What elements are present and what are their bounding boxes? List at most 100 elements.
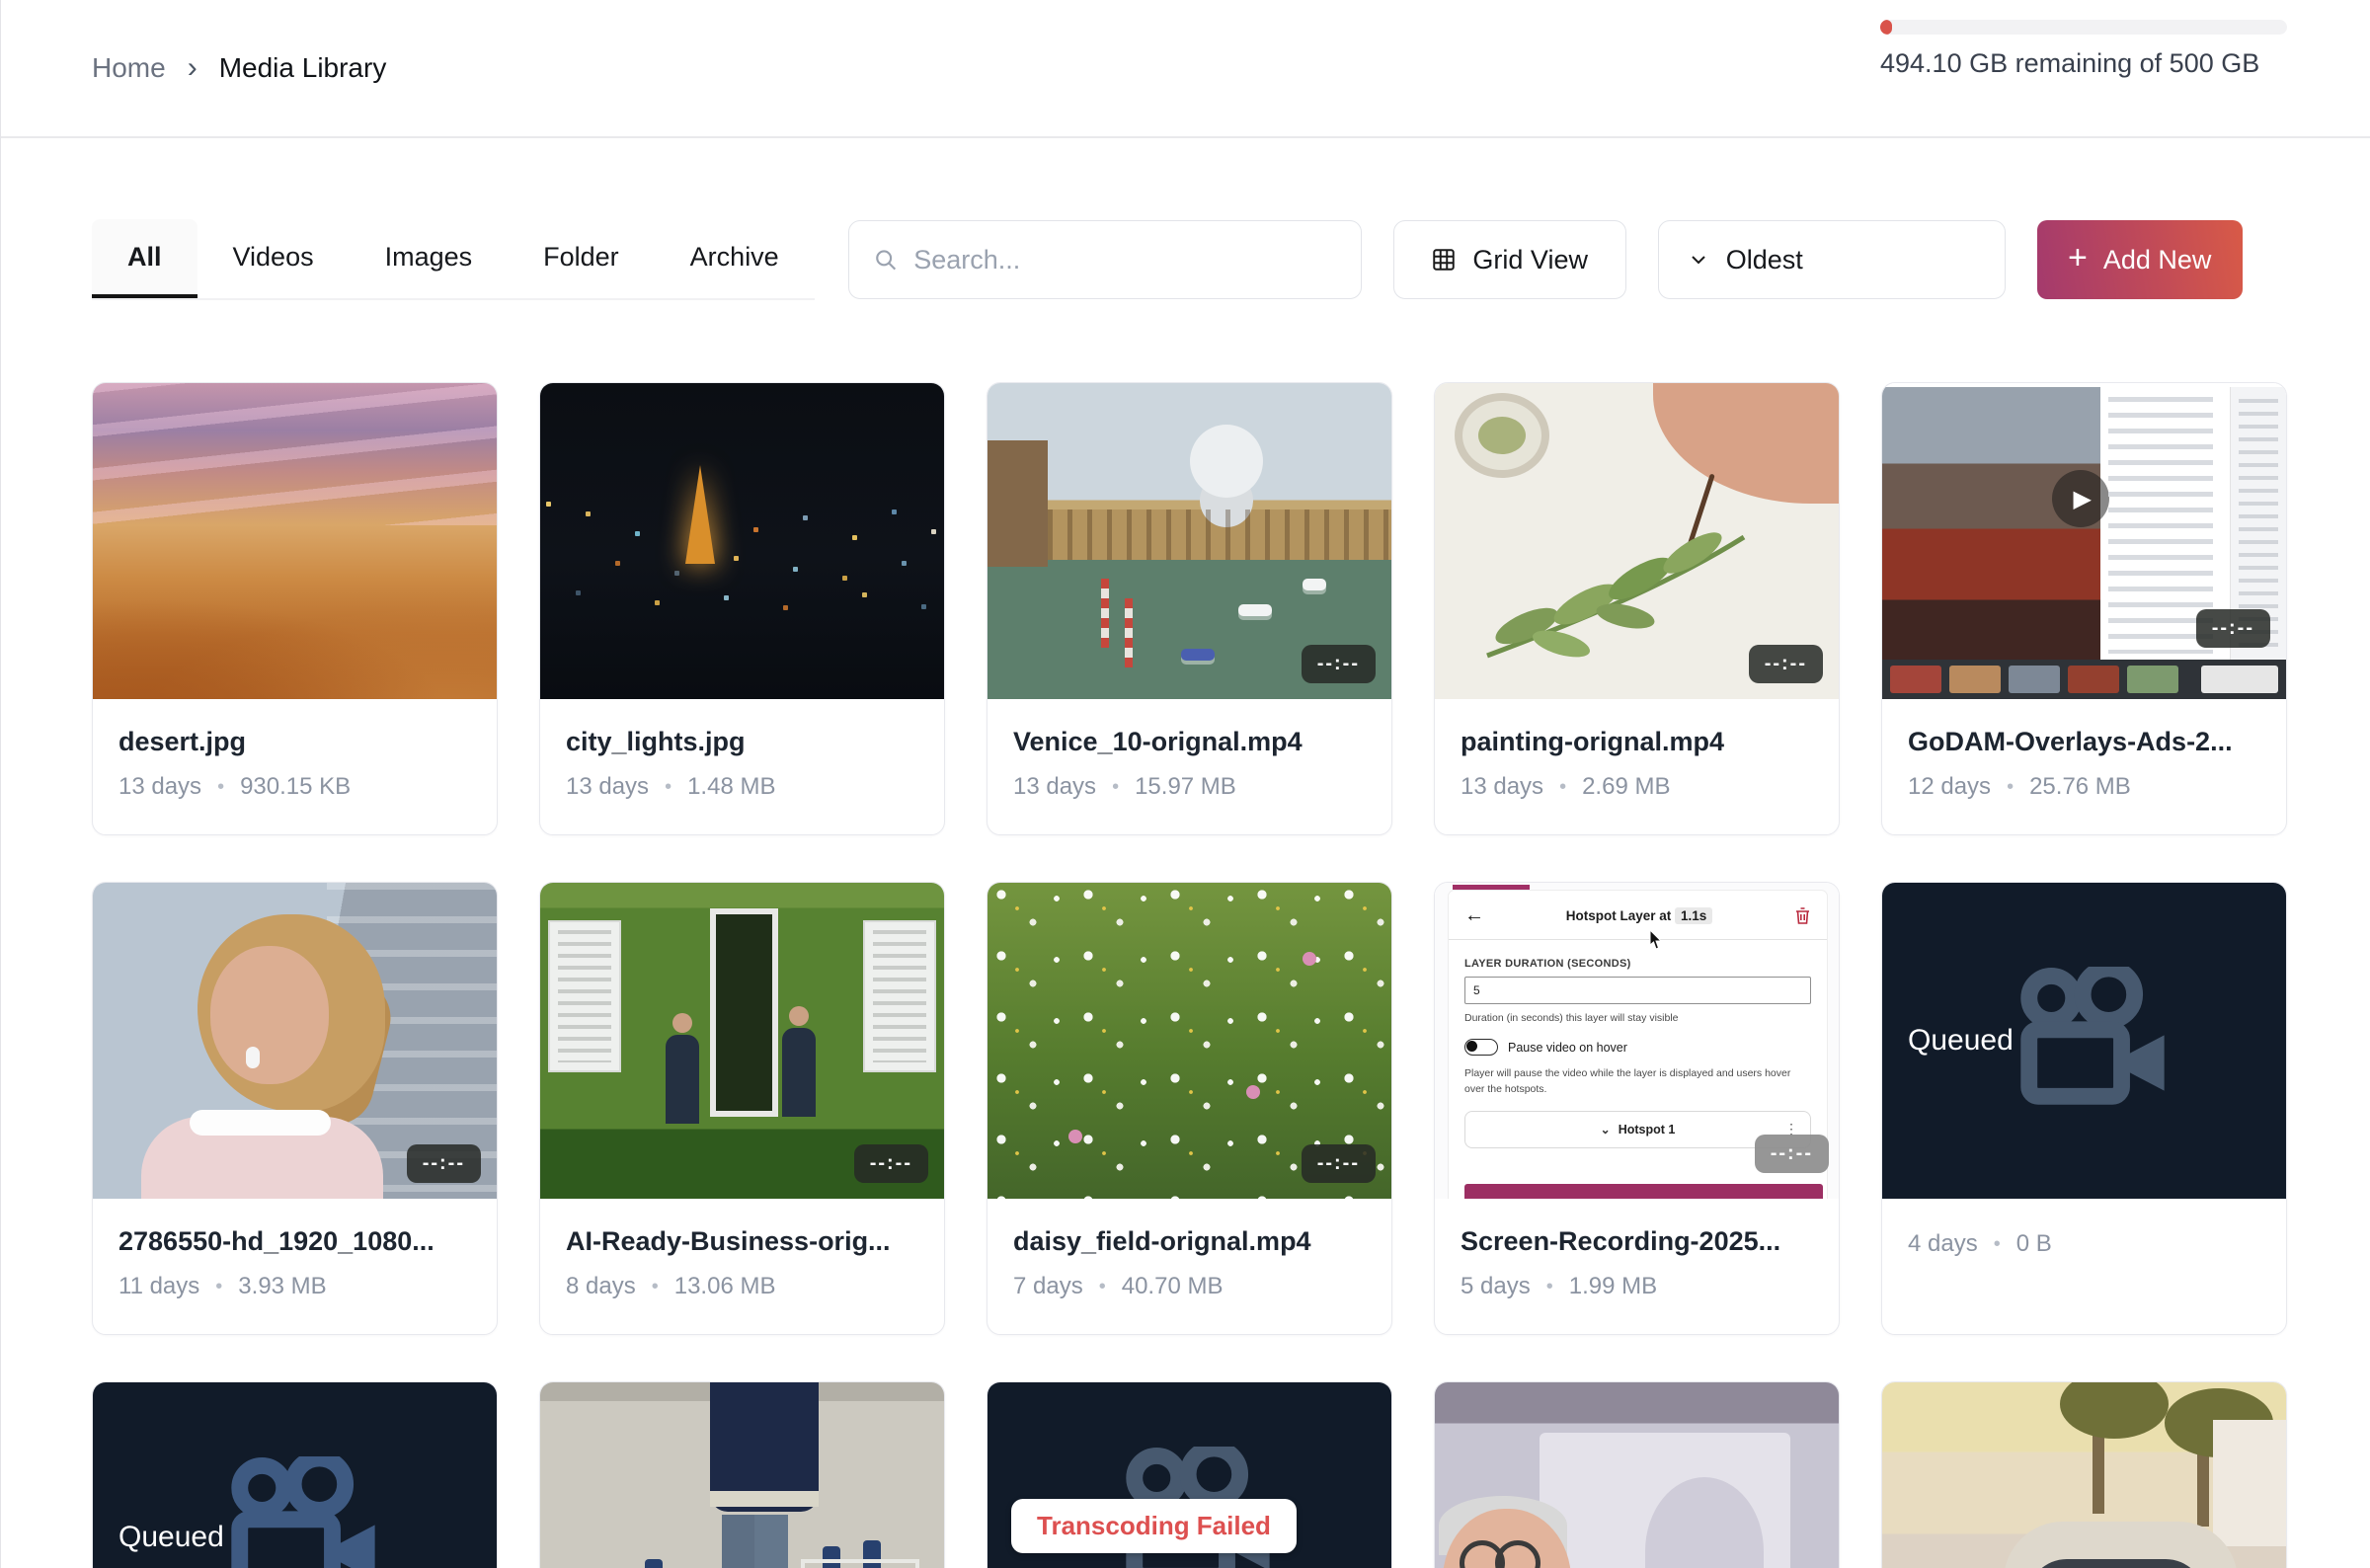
file-name: city_lights.jpg (566, 727, 918, 757)
media-card[interactable] (539, 1381, 945, 1568)
thumbnail-desert (93, 383, 497, 699)
media-card[interactable]: Transcoding Failed (987, 1381, 1392, 1568)
media-card[interactable] (1434, 1381, 1840, 1568)
file-name: Screen-Recording-2025... (1461, 1226, 1813, 1257)
hotspot-accordion-label: Hotspot 1 (1619, 1123, 1676, 1137)
thumbnail-city-lights (540, 383, 944, 699)
cursor-icon (1649, 930, 1664, 950)
tab-all[interactable]: All (92, 219, 198, 298)
media-card[interactable]: --:-- painting-orignal.mp4 13 days • 2.69 … (1434, 382, 1840, 835)
sort-dropdown[interactable]: Oldest (1658, 220, 2006, 299)
duration-badge: --:-- (1749, 645, 1823, 683)
toolbar: All Videos Images Folder Archive Grid Vi… (92, 219, 2287, 300)
video-camera-icon (201, 1456, 389, 1568)
file-age: 7 days (1013, 1273, 1083, 1300)
media-card[interactable]: Queued 4 days•0 B (1881, 882, 2287, 1335)
duration-badge: --:-- (407, 1144, 481, 1183)
tab-images[interactable]: Images (350, 219, 509, 298)
dot-separator: • (1112, 776, 1119, 799)
file-age: 13 days (1461, 773, 1543, 801)
media-library-page: Home › Media Library 494.10 GB remaining… (0, 0, 2370, 1568)
storage-progress-bar (1880, 20, 2287, 35)
media-card[interactable]: Queued (92, 1381, 498, 1568)
pause-on-hover-label: Pause video on hover (1508, 1041, 1627, 1055)
file-size: 13.06 MB (674, 1273, 776, 1300)
video-camera-icon (1991, 967, 2178, 1115)
storage-progress-fill (1880, 20, 1892, 35)
breadcrumb: Home › Media Library (92, 0, 386, 136)
status-badge: Queued (1908, 1024, 2014, 1058)
chevron-right-icon: › (188, 51, 198, 85)
grid-view-icon (1431, 247, 1457, 273)
dot-separator: • (1994, 1233, 2001, 1256)
file-size: 1.48 MB (687, 773, 775, 801)
dot-separator: • (1559, 776, 1566, 799)
filter-tabs: All Videos Images Folder Archive (92, 219, 815, 300)
pause-on-hover-toggle (1464, 1039, 1498, 1056)
file-name: painting-orignal.mp4 (1461, 727, 1813, 757)
file-size: 0 B (2016, 1230, 2052, 1258)
status-badge: Queued (118, 1521, 224, 1554)
hotspot-layer-header: Hotspot Layer at (1566, 908, 1672, 923)
page-title: Media Library (219, 52, 387, 84)
file-age: 8 days (566, 1273, 636, 1300)
tab-videos[interactable]: Videos (198, 219, 350, 298)
thumbnail-sports-car (1882, 1382, 2286, 1568)
media-grid: desert.jpg 13 days • 930.15 KB city_lights… (92, 382, 2287, 1568)
media-card[interactable]: --:-- daisy_field-orignal.mp4 7 days•40.… (987, 882, 1392, 1335)
media-card[interactable] (1881, 1381, 2287, 1568)
file-size: 930.15 KB (240, 773, 351, 801)
thumbnail-queued: Queued (1882, 883, 2286, 1199)
dot-separator: • (2007, 776, 2014, 799)
dot-separator: • (665, 776, 672, 799)
tab-folder[interactable]: Folder (508, 219, 655, 298)
add-new-button[interactable]: + Add New (2037, 220, 2243, 299)
thumbnail-studio: --:-- (540, 883, 944, 1199)
thumbnail-daisy-field: --:-- (988, 883, 1391, 1199)
dot-separator: • (1099, 1276, 1106, 1298)
media-card[interactable]: --:-- 2786550-hd_1920_1080... 11 days•3.… (92, 882, 498, 1335)
thumbnail-woman-earbuds: --:-- (93, 883, 497, 1199)
file-age: 5 days (1461, 1273, 1531, 1300)
file-name: 2786550-hd_1920_1080... (118, 1226, 471, 1257)
trash-icon (1794, 906, 1811, 925)
file-age: 13 days (566, 773, 649, 801)
file-age: 13 days (1013, 773, 1096, 801)
search-input[interactable] (913, 245, 1336, 275)
media-card[interactable]: ← Hotspot Layer at 1.1s LAYER DURATION (… (1434, 882, 1840, 1335)
media-card[interactable]: --:-- Venice_10-orignal.mp4 13 days•15.9… (987, 382, 1392, 835)
thumbnail-transcoding-failed: Transcoding Failed (988, 1382, 1391, 1568)
file-name: Venice_10-orignal.mp4 (1013, 727, 1366, 757)
file-size: 2.69 MB (1582, 773, 1670, 801)
header: Home › Media Library 494.10 GB remaining… (1, 0, 2370, 138)
chevron-down-icon (1687, 248, 1710, 272)
media-card[interactable]: ▶ --:-- GoDAM-Overlays-Ads-2... 12 days•… (1881, 382, 2287, 835)
file-size: 25.76 MB (2029, 773, 2131, 801)
storage-remaining-text: 494.10 GB remaining of 500 GB (1880, 48, 2287, 79)
thumbnail-screen-recording: ← Hotspot Layer at 1.1s LAYER DURATION (… (1435, 883, 1839, 1199)
file-name: desert.jpg (118, 727, 471, 757)
duration-badge: --:-- (1302, 1144, 1376, 1183)
add-new-label: Add New (2103, 245, 2212, 275)
play-icon: ▶ (2052, 470, 2109, 527)
breadcrumb-home-link[interactable]: Home (92, 52, 166, 84)
media-card[interactable]: --:-- AI-Ready-Business-orig... 8 days•1… (539, 882, 945, 1335)
search-box[interactable] (848, 220, 1362, 299)
dot-separator: • (217, 776, 224, 799)
media-card[interactable]: city_lights.jpg 13 days • 1.48 MB (539, 382, 945, 835)
grid-view-button[interactable]: Grid View (1393, 220, 1626, 299)
plus-icon: + (2068, 239, 2088, 277)
thumbnail-venice: --:-- (988, 383, 1391, 699)
duration-badge: --:-- (1755, 1135, 1829, 1173)
media-card[interactable]: desert.jpg 13 days • 930.15 KB (92, 382, 498, 835)
leaf-branch-art (1467, 478, 1764, 675)
pause-on-hover-help: Player will pause the video while the la… (1464, 1066, 1811, 1098)
thumbnail-man-headphones (1435, 1382, 1839, 1568)
thumbnail-godam-browser: ▶ --:-- (1882, 383, 2286, 699)
file-age: 12 days (1908, 773, 1991, 801)
search-icon (873, 246, 899, 274)
file-age: 13 days (118, 773, 201, 801)
status-badge: Transcoding Failed (1011, 1499, 1297, 1553)
file-size: 3.93 MB (238, 1273, 326, 1300)
tab-archive[interactable]: Archive (655, 219, 815, 298)
